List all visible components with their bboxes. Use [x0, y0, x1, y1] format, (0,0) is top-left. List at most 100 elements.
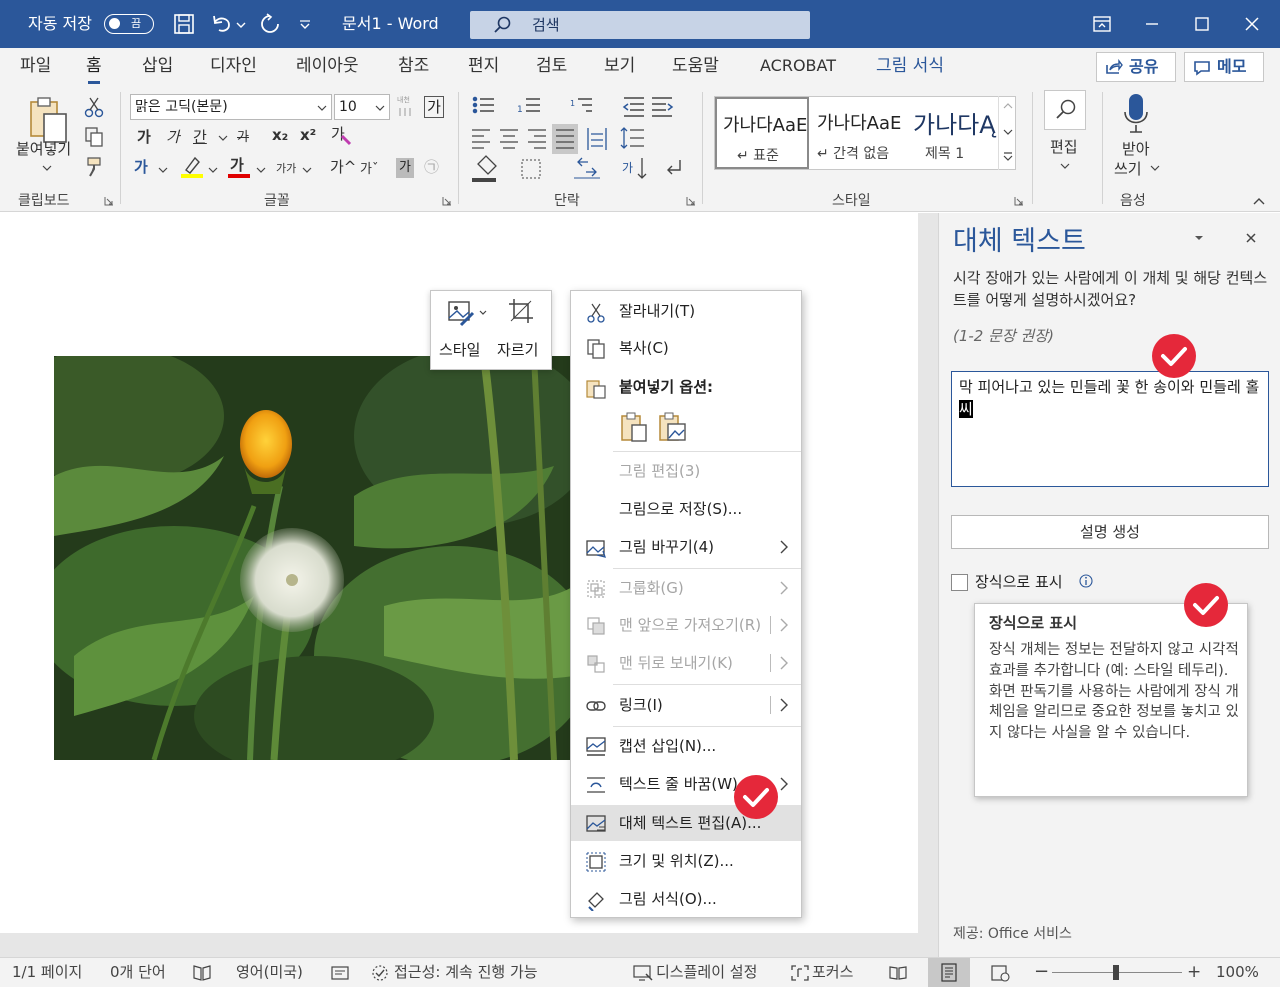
- read-mode-icon[interactable]: [888, 964, 908, 982]
- editing-dropdown-icon[interactable]: [1060, 162, 1070, 170]
- menu-item-link[interactable]: 링크(I): [571, 687, 801, 723]
- paste-dropdown-icon[interactable]: [42, 164, 52, 172]
- info-icon[interactable]: [1079, 574, 1093, 588]
- strikethrough-button[interactable]: 가: [237, 126, 249, 145]
- editing-label[interactable]: 편집: [1050, 136, 1078, 157]
- style-no-spacing[interactable]: 가나다AaE ↵ 간격 없음: [811, 97, 905, 169]
- font-launcher-icon[interactable]: [442, 196, 452, 206]
- menu-item-cut[interactable]: 잘라내기(T): [571, 293, 801, 329]
- menu-item-format-picture[interactable]: 그림 서식(O)...: [571, 881, 801, 917]
- dictate-icon[interactable]: [1122, 92, 1150, 136]
- highlight-dropdown-icon[interactable]: [208, 166, 218, 174]
- search-box[interactable]: 검색: [470, 11, 810, 39]
- word-count[interactable]: 0개 단어: [110, 958, 166, 986]
- grow-font-button[interactable]: 가^: [330, 156, 356, 177]
- tab-design[interactable]: 디자인: [210, 48, 257, 86]
- zoom-out-icon[interactable]: −: [1034, 958, 1049, 986]
- proofing-icon[interactable]: [192, 964, 212, 982]
- tab-file[interactable]: 파일: [20, 48, 51, 86]
- tab-help[interactable]: 도움말: [672, 48, 719, 86]
- paste-keep-source-icon[interactable]: [619, 411, 649, 443]
- focus-label[interactable]: 포커스: [812, 958, 853, 986]
- char-shading-button[interactable]: 가: [396, 158, 414, 178]
- comments-button[interactable]: 메모: [1184, 52, 1264, 82]
- tab-layout[interactable]: 레이아웃: [296, 48, 359, 86]
- redo-icon[interactable]: [258, 12, 282, 36]
- menu-item-change-picture[interactable]: 그림 바꾸기(4): [571, 529, 801, 565]
- crop-button[interactable]: 자르기: [493, 293, 549, 367]
- collapse-ribbon-icon[interactable]: [1252, 196, 1266, 206]
- menu-item-edit-picture[interactable]: 그림 편집(3): [571, 453, 801, 489]
- clear-formatting-icon[interactable]: 가: [330, 124, 352, 146]
- mark-decorative-checkbox[interactable]: [951, 574, 968, 591]
- tab-mailings[interactable]: 편지: [468, 48, 499, 86]
- styles-scroll[interactable]: [998, 96, 1016, 170]
- picture-style-button[interactable]: 스타일: [435, 293, 491, 367]
- menu-item-save-as-picture[interactable]: 그림으로 저장(S)...: [571, 491, 801, 527]
- display-settings-icon[interactable]: [632, 964, 654, 982]
- bold-button[interactable]: 가: [137, 126, 151, 147]
- menu-item-group[interactable]: 그룹화(G): [571, 570, 801, 606]
- phonetic-guide-icon[interactable]: 내천: [394, 94, 416, 118]
- web-layout-icon[interactable]: [990, 964, 1010, 982]
- undo-icon[interactable]: [210, 12, 234, 36]
- language[interactable]: 영어(미국): [236, 958, 303, 986]
- underline-dropdown-icon[interactable]: [218, 134, 228, 142]
- dictate-label-1[interactable]: 받아: [1122, 138, 1150, 159]
- shrink-font-button[interactable]: 가ˇ: [360, 158, 378, 177]
- dandelion-photo[interactable]: [54, 356, 574, 760]
- mark-decorative-label[interactable]: 장식으로 표시: [975, 571, 1063, 592]
- subscript-button[interactable]: x₂: [272, 126, 288, 144]
- minimize-icon[interactable]: [1140, 12, 1164, 36]
- underline-button[interactable]: 간: [193, 126, 207, 147]
- highlight-icon[interactable]: [180, 154, 204, 180]
- editing-button[interactable]: [1044, 90, 1086, 130]
- paste-as-picture-icon[interactable]: [657, 411, 687, 443]
- change-case-button[interactable]: 가가: [276, 160, 296, 176]
- font-size-combo[interactable]: 10: [334, 94, 390, 120]
- dictate-dropdown-icon[interactable]: [1150, 164, 1160, 172]
- tab-picture-format[interactable]: 그림 서식: [876, 48, 944, 86]
- text-effects-button[interactable]: 가: [134, 156, 148, 177]
- copy-icon[interactable]: [84, 126, 104, 148]
- style-normal[interactable]: 가나다AaE ↵ 표준: [715, 97, 809, 169]
- autosave-toggle[interactable]: 끔: [104, 14, 154, 34]
- superscript-button[interactable]: x²: [300, 126, 316, 144]
- maximize-icon[interactable]: [1190, 12, 1214, 36]
- generate-description-button[interactable]: 설명 생성: [951, 515, 1269, 549]
- undo-dropdown-icon[interactable]: [236, 20, 246, 30]
- dictate-label-2[interactable]: 쓰기: [1114, 158, 1142, 179]
- close-icon[interactable]: [1240, 12, 1264, 36]
- font-color-button[interactable]: 가: [230, 154, 244, 175]
- paste-label[interactable]: 붙여넣기: [16, 138, 71, 159]
- menu-item-insert-caption[interactable]: 캡션 삽입(N)...: [571, 728, 801, 764]
- styles-launcher-icon[interactable]: [1014, 196, 1024, 206]
- macro-icon[interactable]: [330, 964, 350, 982]
- format-painter-icon[interactable]: [84, 156, 106, 178]
- save-icon[interactable]: [172, 12, 196, 36]
- font-color-dropdown-icon[interactable]: [256, 166, 266, 174]
- accessibility-status[interactable]: 접근성: 계속 진행 가능: [394, 958, 538, 986]
- zoom-in-icon[interactable]: +: [1187, 958, 1201, 986]
- focus-icon[interactable]: [790, 964, 810, 982]
- tab-review[interactable]: 검토: [536, 48, 567, 86]
- customize-qat-icon[interactable]: [298, 18, 312, 32]
- change-case-dropdown-icon[interactable]: [302, 166, 312, 174]
- char-border-button[interactable]: 가: [424, 96, 444, 118]
- tab-home[interactable]: 홈: [86, 48, 102, 86]
- display-settings-label[interactable]: 디스플레이 설정: [656, 958, 757, 986]
- pane-options-icon[interactable]: [1193, 233, 1205, 243]
- share-button[interactable]: 공유: [1096, 52, 1176, 82]
- cut-icon[interactable]: [84, 96, 104, 118]
- tab-references[interactable]: 참조: [398, 48, 429, 86]
- page-count[interactable]: 1/1 페이지: [12, 958, 82, 986]
- ribbon-display-icon[interactable]: [1090, 12, 1114, 36]
- style-heading-1[interactable]: 가나다Ą 제목 1: [907, 97, 999, 169]
- paragraph-launcher-icon[interactable]: [686, 196, 696, 206]
- text-effects-dropdown-icon[interactable]: [158, 166, 168, 174]
- tab-acrobat[interactable]: ACROBAT: [760, 48, 836, 86]
- menu-item-send-to-back[interactable]: 맨 뒤로 보내기(K): [571, 645, 801, 681]
- tab-insert[interactable]: 삽입: [142, 48, 173, 86]
- pane-close-icon[interactable]: [1244, 231, 1258, 245]
- tab-view[interactable]: 보기: [604, 48, 635, 86]
